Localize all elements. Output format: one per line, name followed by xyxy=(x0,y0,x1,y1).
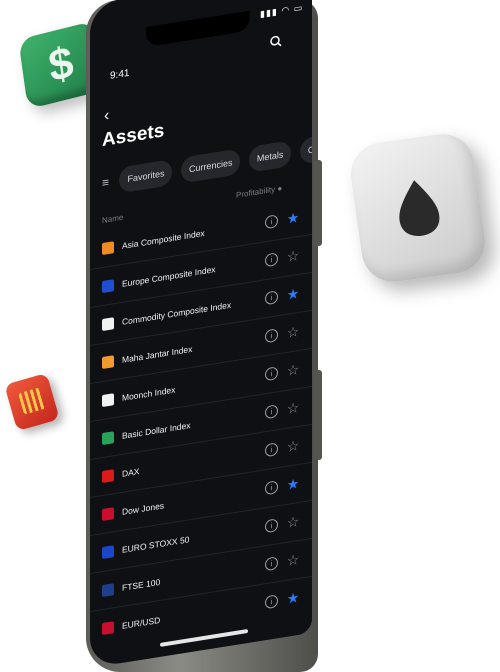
side-button xyxy=(314,160,322,246)
page-title: Assets xyxy=(102,120,165,152)
column-header-name: Name xyxy=(102,212,124,226)
asset-flag-icon xyxy=(102,278,114,293)
info-dot-icon: ● xyxy=(277,183,283,194)
chip-favorites[interactable]: Favorites xyxy=(119,158,173,194)
favorite-star-icon[interactable]: ☆ xyxy=(286,323,300,342)
asset-name: EUR/USD xyxy=(122,614,161,631)
favorite-star-icon[interactable]: ★ xyxy=(286,475,300,494)
info-icon[interactable]: i xyxy=(265,442,278,458)
asset-flag-icon xyxy=(102,316,114,331)
oil-drop-token-icon xyxy=(346,130,490,286)
back-chevron-icon[interactable]: ‹ xyxy=(104,107,109,126)
asset-flag-icon xyxy=(102,620,114,635)
chip-currencies[interactable]: Currencies xyxy=(180,148,241,184)
asset-flag-icon xyxy=(102,544,114,559)
info-icon[interactable]: i xyxy=(265,594,278,610)
info-icon[interactable]: i xyxy=(265,404,278,420)
chip-metals[interactable]: Metals xyxy=(248,140,292,173)
phone-screen: ▮▮▮ ◠ ▭ 9:41 ‹ Assets ≡ Favorites Curren… xyxy=(90,0,312,669)
info-icon[interactable]: i xyxy=(265,290,278,306)
favorite-star-icon[interactable]: ☆ xyxy=(286,247,300,266)
search-icon[interactable] xyxy=(270,34,282,52)
info-icon[interactable]: i xyxy=(265,518,278,534)
info-icon[interactable]: i xyxy=(265,556,278,572)
chip-commodities[interactable]: Commodi xyxy=(299,136,312,165)
status-icons: ▮▮▮ ◠ ▭ xyxy=(260,2,304,20)
favorite-star-icon[interactable]: ☆ xyxy=(286,513,300,532)
column-header-profitability-label: Profitability xyxy=(236,184,276,200)
favorite-star-icon[interactable]: ★ xyxy=(286,209,300,228)
info-icon[interactable]: i xyxy=(265,480,278,496)
side-button xyxy=(314,370,322,460)
favorite-star-icon[interactable]: ★ xyxy=(286,589,300,608)
favorite-star-icon[interactable]: ★ xyxy=(286,285,300,304)
info-icon[interactable]: i xyxy=(265,252,278,268)
asset-flag-icon xyxy=(102,392,114,407)
asset-flag-icon xyxy=(102,354,114,369)
notch xyxy=(146,10,250,48)
info-icon[interactable]: i xyxy=(265,214,278,230)
drop-icon xyxy=(399,180,440,237)
column-header-profitability: Profitability ● xyxy=(236,184,282,200)
info-icon[interactable]: i xyxy=(265,328,278,344)
favorite-star-icon[interactable]: ☆ xyxy=(286,361,300,380)
asset-list: Asia Composite Index i ★ Europe Composit… xyxy=(90,197,312,649)
favorite-star-icon[interactable]: ☆ xyxy=(286,399,300,418)
asset-flag-icon xyxy=(102,240,114,255)
favorite-star-icon[interactable]: ☆ xyxy=(286,551,300,570)
asset-flag-icon xyxy=(102,430,114,445)
favorite-star-icon[interactable]: ☆ xyxy=(286,437,300,456)
filter-icon[interactable]: ≡ xyxy=(102,175,109,190)
gold-bars-token-icon xyxy=(4,372,60,432)
info-icon[interactable]: i xyxy=(265,366,278,382)
status-time: 9:41 xyxy=(110,67,130,82)
asset-flag-icon xyxy=(102,506,114,521)
asset-flag-icon xyxy=(102,468,114,483)
asset-flag-icon xyxy=(102,582,114,597)
